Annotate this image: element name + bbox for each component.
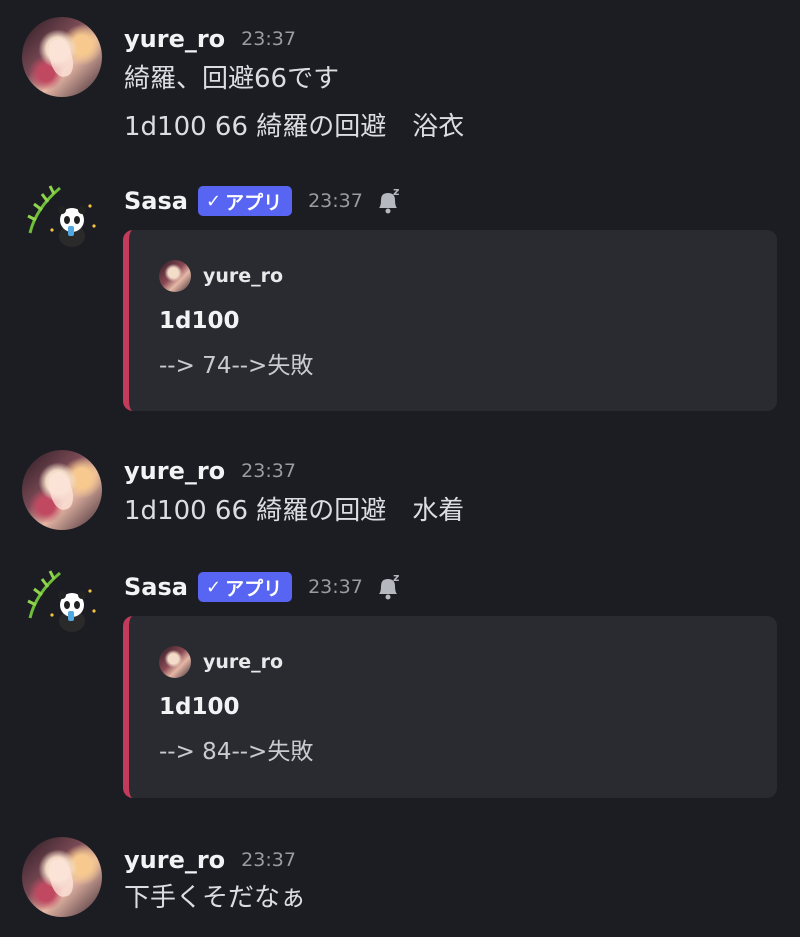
message-text: 下手くそだなぁ — [124, 883, 307, 913]
timestamp: 23:37 — [241, 460, 296, 482]
user-avatar[interactable] — [22, 837, 102, 917]
embed-description: --> 74-->失敗 — [159, 353, 314, 379]
panda-avatar-icon — [27, 570, 96, 632]
embed-author: yure_ro — [159, 646, 283, 678]
dice-result-embed: yure_ro 1d100 --> 84-->失敗 — [123, 616, 777, 798]
embed-author-name[interactable]: yure_ro — [203, 265, 283, 287]
message-header: yure_ro 23:37 — [124, 844, 296, 876]
author-name[interactable]: yure_ro — [124, 846, 225, 874]
app-badge: ✓ アプリ — [197, 572, 293, 602]
message-text: 綺羅、回避66です — [124, 64, 340, 94]
embed-description: --> 84-->失敗 — [159, 739, 314, 765]
badge-label: アプリ — [225, 577, 283, 600]
message-header: yure_ro 23:37 — [124, 455, 296, 487]
sleeping-bell-icon: z — [373, 571, 403, 602]
message-text: 1d100 66 綺羅の回避 浴衣 — [124, 112, 465, 142]
message-header: Sasa ✓ アプリ 23:37 z — [124, 185, 403, 217]
bot-avatar[interactable] — [22, 178, 102, 258]
timestamp: 23:37 — [241, 849, 296, 871]
svg-text:z: z — [393, 186, 399, 198]
message-feed: yure_ro 23:37 綺羅、回避66です 1d100 66 綺羅の回避 浴… — [0, 0, 800, 937]
author-name[interactable]: Sasa — [124, 187, 188, 215]
embed-author-name[interactable]: yure_ro — [203, 651, 283, 673]
message-header: yure_ro 23:37 — [124, 23, 296, 55]
bot-avatar[interactable] — [22, 563, 102, 643]
message-header: Sasa ✓ アプリ 23:37 z — [124, 571, 403, 603]
badge-label: アプリ — [225, 191, 283, 214]
embed-author: yure_ro — [159, 260, 283, 292]
embed-title: 1d100 — [159, 308, 240, 334]
user-avatar[interactable] — [22, 17, 102, 97]
panda-avatar-icon — [27, 185, 96, 247]
timestamp: 23:37 — [308, 190, 363, 212]
message-text: 1d100 66 綺羅の回避 水着 — [124, 496, 465, 526]
embed-author-avatar — [159, 260, 191, 292]
timestamp: 23:37 — [308, 576, 363, 598]
embed-title: 1d100 — [159, 694, 240, 720]
author-name[interactable]: yure_ro — [124, 457, 225, 485]
user-avatar[interactable] — [22, 450, 102, 530]
dice-result-embed: yure_ro 1d100 --> 74-->失敗 — [123, 230, 777, 411]
svg-text:z: z — [393, 572, 399, 584]
author-name[interactable]: yure_ro — [124, 25, 225, 53]
embed-author-avatar — [159, 646, 191, 678]
sleeping-bell-icon: z — [373, 185, 403, 216]
checkmark-icon: ✓ — [205, 190, 222, 212]
author-name[interactable]: Sasa — [124, 573, 188, 601]
app-badge: ✓ アプリ — [197, 186, 293, 216]
timestamp: 23:37 — [241, 28, 296, 50]
checkmark-icon: ✓ — [205, 576, 222, 598]
